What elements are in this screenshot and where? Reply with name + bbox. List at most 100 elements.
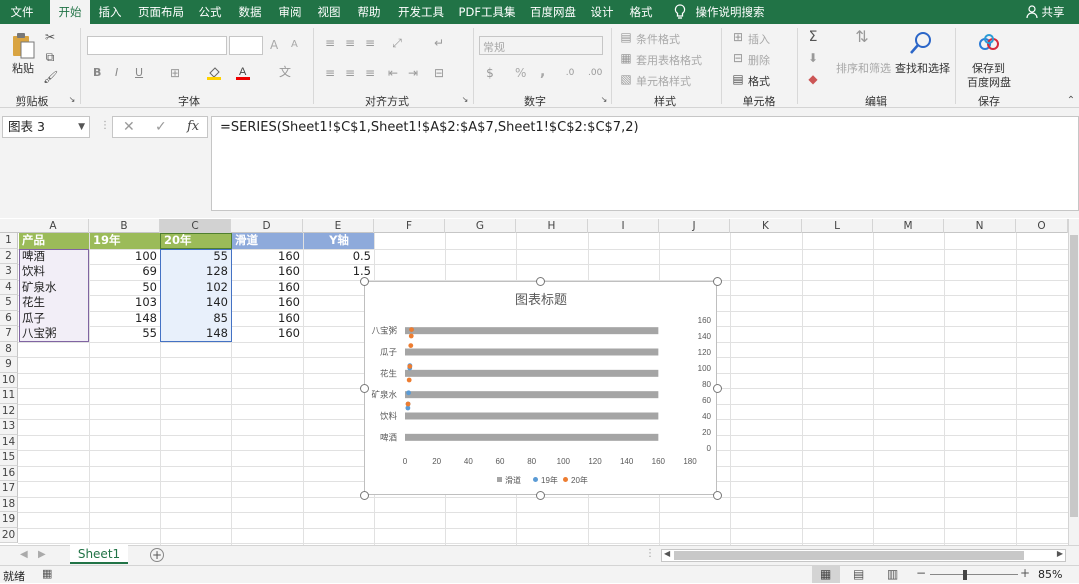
autosum-icon[interactable]: Σ (806, 30, 820, 44)
table-cell[interactable]: 160 (232, 249, 303, 265)
table-cell[interactable]: 148 (90, 311, 160, 327)
font-name-combo[interactable] (87, 36, 227, 55)
tell-me-search[interactable]: 操作说明搜索 (694, 0, 766, 24)
row-header[interactable]: 4 (0, 279, 18, 295)
row-header[interactable]: 17 (0, 481, 18, 497)
col-header[interactable]: J (659, 219, 730, 233)
resize-handle[interactable] (536, 276, 545, 286)
zoom-in-icon[interactable]: + (1020, 566, 1030, 580)
resize-handle[interactable] (359, 383, 369, 393)
table-cell[interactable]: 矿泉水 (19, 280, 89, 296)
table-cell[interactable]: 瓜子 (19, 311, 89, 327)
header-cell[interactable]: Y轴 (304, 233, 374, 249)
align-right-icon[interactable]: ≡ (363, 66, 377, 80)
resize-handle[interactable] (712, 276, 722, 286)
collapse-ribbon-icon[interactable]: ⌃ (1066, 94, 1076, 108)
copy-icon[interactable]: ⧉ (43, 50, 57, 64)
prev-sheet-icon[interactable]: ◀ (20, 549, 28, 560)
increase-decimal-icon[interactable]: .0 (563, 66, 577, 80)
cell-styles-button[interactable]: 单元格样式 (636, 73, 691, 89)
tab-review[interactable]: 审阅 (274, 0, 306, 24)
col-header[interactable]: I (588, 219, 659, 233)
table-cell[interactable]: 85 (161, 311, 231, 327)
table-cell[interactable]: 128 (161, 264, 231, 280)
table-cell[interactable]: 160 (232, 295, 303, 311)
row-header[interactable]: 5 (0, 295, 18, 311)
italic-button[interactable]: I (115, 66, 118, 79)
border-icon[interactable]: ⊞ (168, 66, 182, 80)
row-header[interactable]: 14 (0, 434, 18, 450)
sort-filter-button[interactable]: 排序和筛选 (836, 60, 891, 76)
horizontal-scrollbar[interactable]: ◀ ▶ (661, 549, 1066, 562)
resize-handle[interactable] (536, 490, 545, 500)
row-header[interactable]: 19 (0, 512, 18, 528)
paste-icon[interactable] (10, 32, 36, 59)
tab-developer[interactable]: 开发工具 (393, 0, 449, 24)
table-cell[interactable]: 55 (161, 249, 231, 265)
table-cell[interactable]: 55 (90, 326, 160, 342)
row-header[interactable]: 13 (0, 419, 18, 435)
page-layout-view-icon[interactable]: ▤ (853, 567, 864, 581)
col-header[interactable]: O (1016, 219, 1068, 233)
row-header[interactable]: 20 (0, 527, 18, 543)
align-center-icon[interactable]: ≡ (343, 66, 357, 80)
fill-icon[interactable]: ⬇ (806, 51, 820, 65)
enter-icon[interactable]: ✓ (155, 119, 167, 135)
row-header[interactable]: 1 (0, 233, 18, 249)
conditional-format-button[interactable]: 条件格式 (636, 31, 680, 47)
table-cell[interactable]: 69 (90, 264, 160, 280)
scroll-right-icon[interactable]: ▶ (1057, 549, 1063, 558)
phonetic-icon[interactable]: 文 (278, 65, 292, 79)
format-as-table-button[interactable]: 套用表格格式 (636, 52, 702, 68)
row-header[interactable]: 12 (0, 403, 18, 419)
next-sheet-icon[interactable]: ▶ (38, 549, 46, 560)
dialog-launcher-icon[interactable]: ↘ (68, 93, 76, 107)
increase-indent-icon[interactable]: ⇥ (406, 66, 420, 80)
table-cell[interactable]: 148 (161, 326, 231, 342)
row-header[interactable]: 9 (0, 357, 18, 373)
insert-cells-button[interactable]: 插入 (748, 31, 770, 47)
baidu-cloud-icon[interactable] (978, 34, 1000, 52)
table-cell[interactable]: 102 (161, 280, 231, 296)
header-cell[interactable]: 产品 (19, 233, 89, 249)
table-cell[interactable]: 103 (90, 295, 160, 311)
align-bottom-icon[interactable]: ≡ (363, 36, 377, 50)
cut-icon[interactable]: ✂ (43, 30, 57, 44)
page-break-view-icon[interactable]: ▥ (887, 567, 898, 581)
wrap-text-icon[interactable]: ↵ (432, 36, 446, 50)
col-header[interactable]: N (944, 219, 1016, 233)
format-painter-icon[interactable]: 🖌 (43, 70, 58, 84)
formula-input[interactable]: =SERIES(Sheet1!$C$1,Sheet1!$A$2:$A$7,She… (211, 116, 1079, 211)
col-header[interactable]: E (303, 219, 374, 233)
tab-pdf-tools[interactable]: PDF工具集 (455, 0, 519, 24)
row-header[interactable]: 16 (0, 465, 18, 481)
add-sheet-icon[interactable]: + (150, 548, 164, 562)
zoom-out-icon[interactable]: − (916, 566, 926, 580)
underline-button[interactable]: U (135, 66, 143, 79)
comma-button[interactable]: , (540, 64, 545, 80)
row-header[interactable]: 18 (0, 496, 18, 512)
table-cell[interactable]: 50 (90, 280, 160, 296)
align-top-icon[interactable]: ≡ (323, 36, 337, 50)
row-header[interactable]: 2 (0, 248, 18, 264)
tab-baidu-netdisk[interactable]: 百度网盘 (525, 0, 581, 24)
col-header[interactable]: G (445, 219, 516, 233)
scrollbar-thumb[interactable] (1070, 235, 1078, 517)
table-cell[interactable]: 160 (232, 311, 303, 327)
row-header[interactable]: 11 (0, 388, 18, 404)
col-header[interactable]: D (231, 219, 303, 233)
normal-view-icon[interactable]: ▦ (812, 566, 840, 583)
dialog-launcher-icon[interactable]: ↘ (600, 93, 608, 107)
col-header[interactable]: K (730, 219, 802, 233)
table-cell[interactable]: 160 (232, 264, 303, 280)
col-header[interactable]: L (802, 219, 873, 233)
table-cell[interactable]: 花生 (19, 295, 89, 311)
tab-data[interactable]: 数据 (234, 0, 266, 24)
tab-help[interactable]: 帮助 (353, 0, 385, 24)
scroll-left-icon[interactable]: ◀ (664, 549, 670, 558)
find-select-button[interactable]: 查找和选择 (895, 60, 950, 76)
zoom-slider-thumb[interactable] (963, 570, 967, 580)
zoom-level[interactable]: 85% (1038, 568, 1062, 581)
zoom-slider[interactable] (930, 574, 1018, 575)
font-color-icon[interactable]: A (236, 65, 250, 84)
